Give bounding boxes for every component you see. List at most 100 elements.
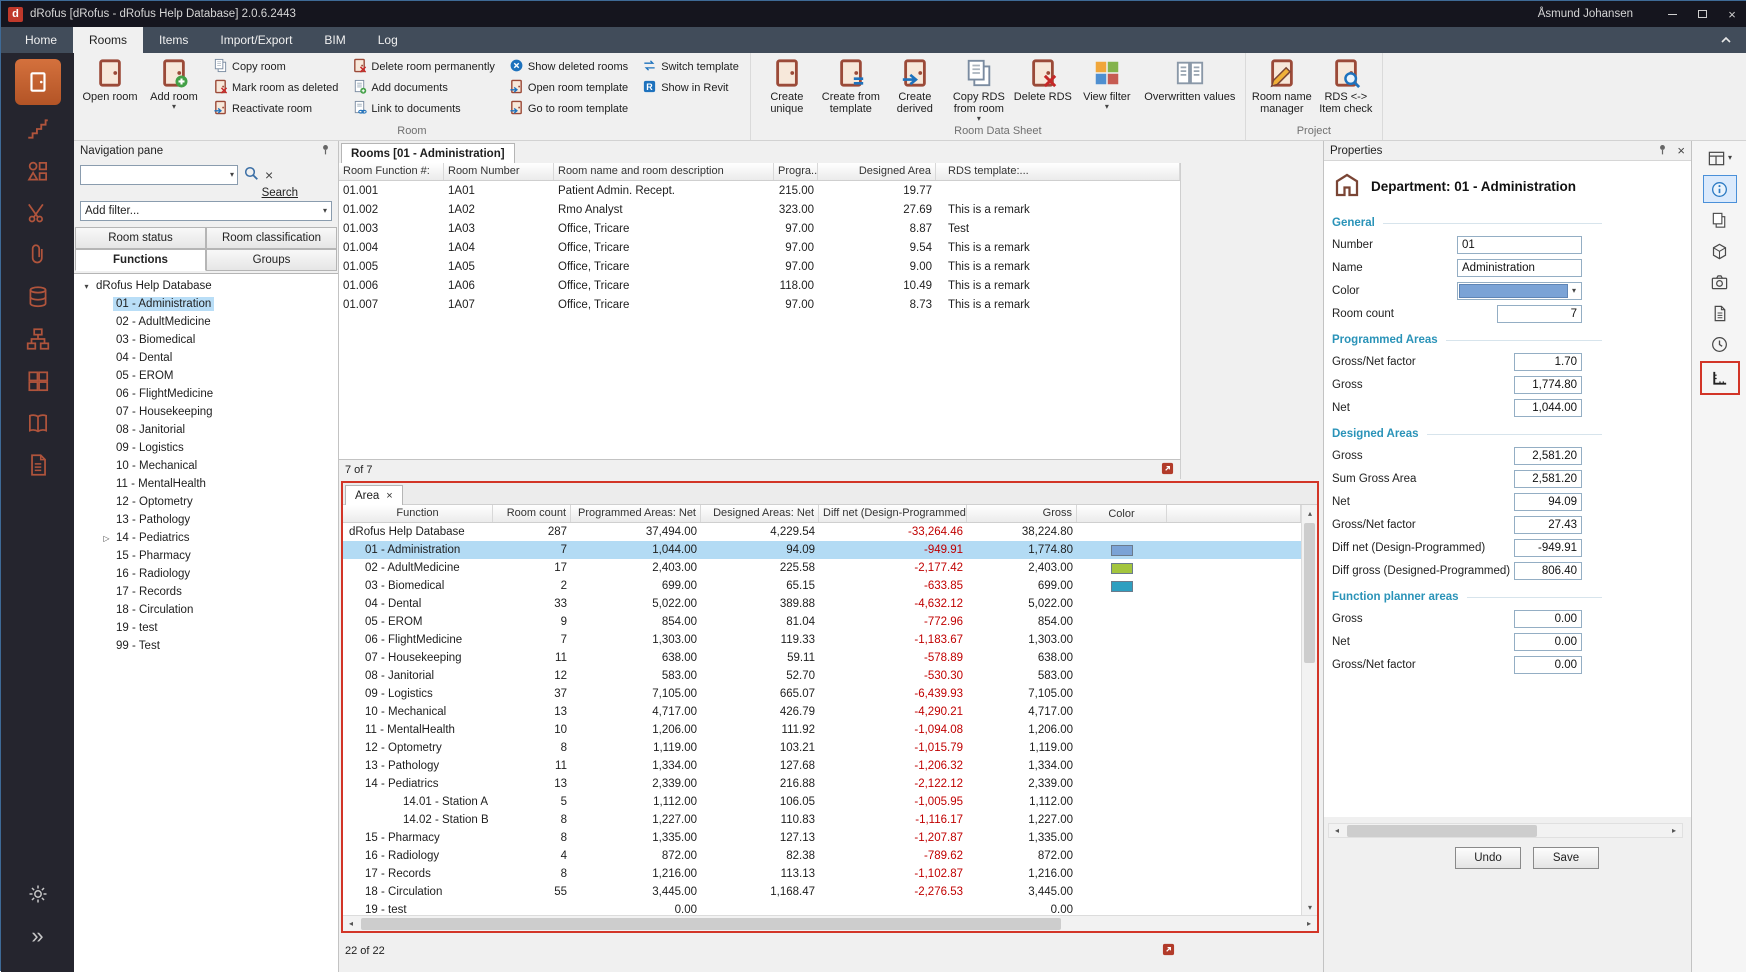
horizontal-scrollbar[interactable]: ◂ ▸ [343, 915, 1317, 931]
search-link[interactable]: Search [74, 187, 298, 199]
copy-room-button[interactable]: Copy room [208, 56, 343, 77]
tree-item[interactable]: 01 - Administration [74, 295, 338, 313]
column-header-diff-net-design-programmed[interactable]: Diff net (Design-Programmed) [819, 505, 967, 522]
field-input[interactable]: Administration [1457, 259, 1582, 277]
nav-tab-functions[interactable]: Functions [75, 249, 206, 271]
search-input[interactable]: ▾ [80, 165, 238, 185]
table-row[interactable]: 15 - Pharmacy81,335.00127.13-1,207.871,3… [343, 829, 1301, 847]
table-row[interactable]: 10 - Mechanical134,717.00426.79-4,290.21… [343, 703, 1301, 721]
field-input[interactable]: -949.91 [1514, 539, 1582, 557]
tree-item[interactable]: ▷14 - Pediatrics [74, 529, 338, 547]
documents-icon[interactable] [10, 445, 66, 485]
delete-room-permanently-button[interactable]: Delete room permanently [347, 56, 500, 77]
table-row[interactable]: 11 - MentalHealth101,206.00111.92-1,094.… [343, 721, 1301, 739]
tree-item[interactable]: 11 - MentalHealth [74, 475, 338, 493]
view-filter-button[interactable]: View filter▾ [1075, 54, 1139, 122]
scroll-down-icon[interactable]: ▾ [1302, 899, 1318, 915]
table-row[interactable]: 08 - Janitorial12583.0052.70-530.30583.0… [343, 667, 1301, 685]
units-icon[interactable] [10, 361, 66, 401]
show-in-revit-button[interactable]: RShow in Revit [637, 77, 744, 98]
vertical-scrollbar[interactable]: ▴ ▾ [1301, 505, 1317, 915]
items-icon[interactable] [10, 151, 66, 191]
tree-item[interactable]: 15 - Pharmacy [74, 547, 338, 565]
column-header-gross[interactable]: Gross [967, 505, 1077, 522]
tree-item[interactable]: 19 - test [74, 619, 338, 637]
show-deleted-rooms-button[interactable]: Show deleted rooms [504, 56, 633, 77]
column-header-programmed-areas-net[interactable]: Programmed Areas: Net [571, 505, 701, 522]
copy-icon[interactable] [1703, 206, 1737, 234]
tree-item[interactable]: 17 - Records [74, 583, 338, 601]
nav-tab-room-classification[interactable]: Room classification [206, 227, 337, 249]
open-room-template-button[interactable]: Open room template [504, 77, 633, 98]
link-to-documents-button[interactable]: Link to documents [347, 98, 500, 119]
document-icon[interactable] [1703, 299, 1737, 327]
tab-rooms[interactable]: Rooms [01 - Administration] [341, 143, 515, 163]
table-row[interactable]: 01.0061A06Office, Tricare118.0010.49This… [339, 276, 1180, 295]
tree-item[interactable]: 08 - Janitorial [74, 421, 338, 439]
rds-item-check-button[interactable]: RDS <-> Item check [1314, 54, 1378, 122]
reactivate-room-button[interactable]: Reactivate room [208, 98, 343, 119]
tree-item[interactable]: 02 - AdultMedicine [74, 313, 338, 331]
settings-icon[interactable] [10, 874, 66, 914]
column-header-room-name-and-room-description[interactable]: Room name and room description [554, 163, 774, 180]
nav-tab-groups[interactable]: Groups [206, 249, 337, 271]
add-filter-dropdown[interactable]: Add filter... ▾ [80, 201, 332, 221]
column-header-room-number[interactable]: Room Number [444, 163, 554, 180]
column-header-designed-area[interactable]: Designed Area [818, 163, 936, 180]
close-button[interactable]: × [1717, 1, 1746, 27]
scroll-up-icon[interactable]: ▴ [1302, 505, 1318, 521]
field-input[interactable]: 27.43 [1514, 516, 1582, 534]
table-row[interactable]: 02 - AdultMedicine172,403.00225.58-2,177… [343, 559, 1301, 577]
tree-item[interactable]: 04 - Dental [74, 349, 338, 367]
table-row[interactable]: dRofus Help Database28737,494.004,229.54… [343, 523, 1301, 541]
table-row[interactable]: 17 - Records81,216.00113.13-1,102.871,21… [343, 865, 1301, 883]
field-input[interactable]: 0.00 [1514, 610, 1582, 628]
functions-icon[interactable] [10, 109, 66, 149]
horizontal-scrollbar[interactable]: ◂ ▸ [1328, 823, 1683, 838]
report-icon[interactable] [1162, 943, 1175, 959]
color-dropdown[interactable]: ▾ [1457, 282, 1582, 300]
mark-room-as-deleted-button[interactable]: Mark room as deleted [208, 77, 343, 98]
menu-tab-bim[interactable]: BIM [308, 27, 361, 53]
overwritten-values-button[interactable]: Overwritten values [1139, 54, 1241, 122]
room-name-manager-button[interactable]: Room name manager [1250, 54, 1314, 122]
scroll-right-icon[interactable]: ▸ [1666, 823, 1682, 839]
scroll-left-icon[interactable]: ◂ [343, 916, 359, 932]
tab-area[interactable]: Area × [345, 485, 403, 505]
scrollbar-thumb[interactable] [1347, 825, 1537, 837]
image-icon[interactable] [1703, 268, 1737, 296]
menu-tab-import-export[interactable]: Import/Export [204, 27, 308, 53]
report-icon[interactable] [1161, 462, 1174, 478]
minimize-button[interactable] [1657, 1, 1687, 27]
model-icon[interactable] [1703, 237, 1737, 265]
field-input[interactable]: 1.70 [1514, 353, 1582, 371]
field-input[interactable]: 0.00 [1514, 633, 1582, 651]
maximize-button[interactable] [1687, 1, 1717, 27]
field-input[interactable]: 1,774.80 [1514, 376, 1582, 394]
switch-template-button[interactable]: Switch template [637, 56, 744, 77]
info-icon[interactable] [1703, 175, 1737, 203]
table-row[interactable]: 13 - Pathology111,334.00127.68-1,206.321… [343, 757, 1301, 775]
collapse-ribbon-icon[interactable] [1719, 27, 1733, 53]
menu-tab-rooms[interactable]: Rooms [73, 27, 143, 53]
collapse-icon[interactable]: ▾ [80, 282, 93, 291]
nav-tab-room-status[interactable]: Room status [75, 227, 206, 249]
close-icon[interactable]: × [1677, 143, 1685, 158]
delete-rds-button[interactable]: Delete RDS [1011, 54, 1075, 122]
clear-search-icon[interactable]: × [265, 167, 273, 183]
pin-icon[interactable] [1656, 143, 1669, 159]
catalog-icon[interactable] [10, 403, 66, 443]
field-input[interactable]: 806.40 [1514, 562, 1582, 580]
field-input[interactable]: 1,044.00 [1514, 399, 1582, 417]
search-icon[interactable] [243, 165, 260, 185]
tree-item[interactable]: 13 - Pathology [74, 511, 338, 529]
systems-icon[interactable] [10, 193, 66, 233]
table-row[interactable]: 01.0021A02Rmo Analyst323.0027.69This is … [339, 200, 1180, 219]
table-row[interactable]: 14.02 - Station B81,227.00110.83-1,116.1… [343, 811, 1301, 829]
tree-item[interactable]: ▾dRofus Help Database [74, 277, 338, 295]
table-row[interactable]: 01.0011A01Patient Admin. Recept.215.0019… [339, 181, 1180, 200]
create-unique-button[interactable]: Create unique [755, 54, 819, 122]
column-header-designed-areas-net[interactable]: Designed Areas: Net [701, 505, 819, 522]
scrollbar-thumb[interactable] [1304, 523, 1315, 663]
field-input[interactable]: 2,581.20 [1514, 470, 1582, 488]
